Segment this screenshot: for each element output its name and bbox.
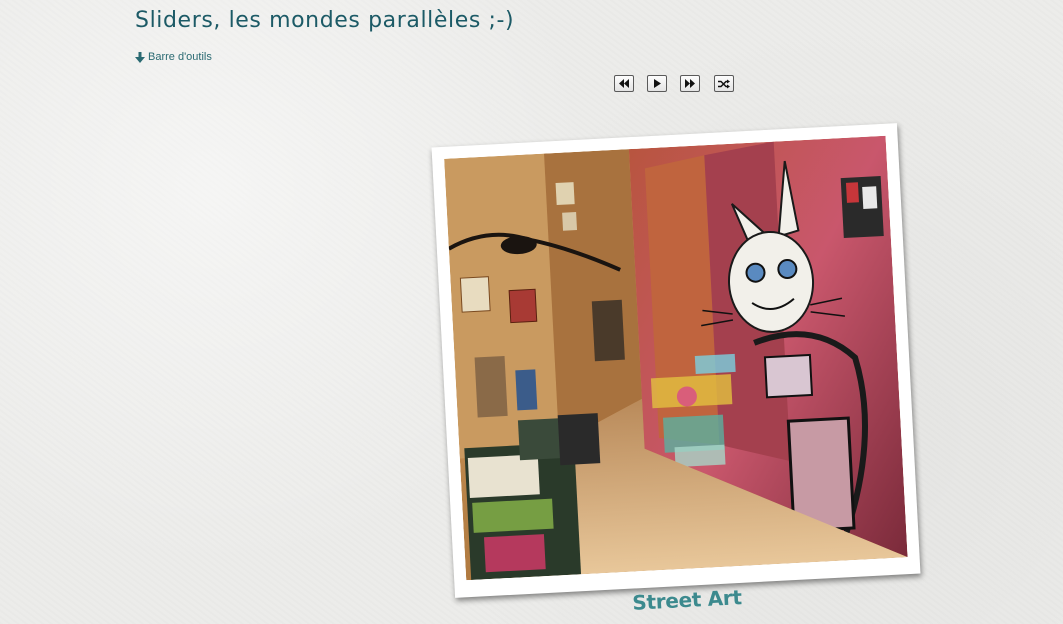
rewind-icon [619, 79, 629, 88]
fast-forward-icon [685, 79, 695, 88]
street-art-photo [444, 135, 908, 581]
slider-controls [0, 75, 1063, 93]
toolbar-link[interactable]: Barre d'outils [135, 51, 212, 63]
slide-frame [431, 123, 921, 598]
page-title: Sliders, les mondes parallèles ;-) [135, 8, 515, 33]
arrow-down-icon [135, 51, 145, 63]
toolbar-link-label: Barre d'outils [148, 51, 212, 63]
shuffle-button[interactable] [714, 75, 734, 92]
shuffle-icon [718, 79, 730, 88]
previous-button[interactable] [614, 75, 634, 92]
next-button[interactable] [680, 75, 700, 92]
play-button[interactable] [647, 75, 667, 92]
play-icon [654, 79, 661, 88]
